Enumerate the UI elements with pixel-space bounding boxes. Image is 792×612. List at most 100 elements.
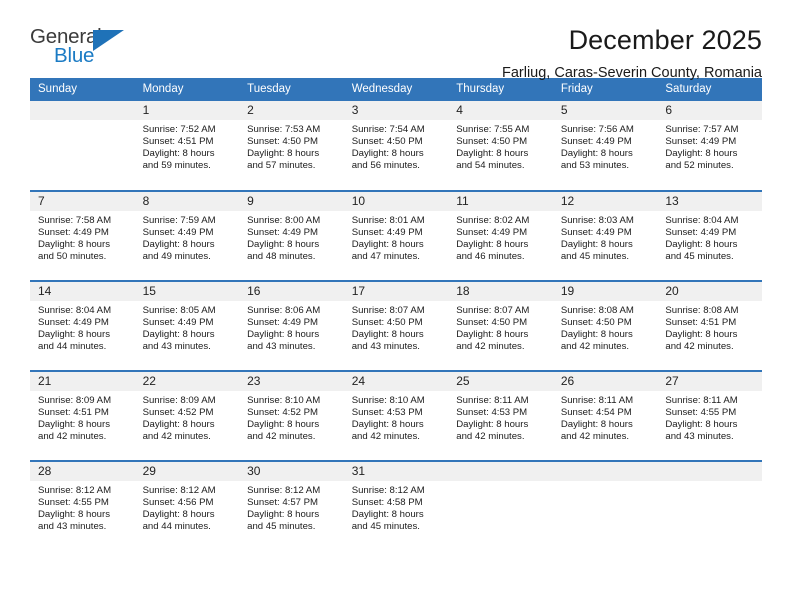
day-details: Sunrise: 8:08 AM Sunset: 4:50 PM Daylight:… bbox=[553, 301, 658, 353]
day-number bbox=[30, 101, 135, 120]
day-details: Sunrise: 7:56 AM Sunset: 4:49 PM Daylight:… bbox=[553, 120, 658, 172]
daylight-text-line2: and 43 minutes. bbox=[351, 341, 420, 353]
sunset-text: Sunset: 4:50 PM bbox=[456, 317, 528, 329]
sunrise-text: Sunrise: 8:12 AM bbox=[351, 485, 425, 496]
calendar-day-cell[interactable]: 13 Sunrise: 8:04 AM Sunset: 4:49 PM Dayligh… bbox=[657, 190, 762, 281]
sunrise-text: Sunrise: 7:55 AM bbox=[456, 124, 530, 135]
calendar-day-cell[interactable]: 19 Sunrise: 8:08 AM Sunset: 4:50 PM Dayligh… bbox=[552, 280, 658, 371]
day-number: 15 bbox=[134, 282, 240, 301]
sunset-text: Sunset: 4:51 PM bbox=[38, 407, 109, 419]
day-details: Sunrise: 8:00 AM Sunset: 4:49 PM Daylight:… bbox=[239, 211, 344, 263]
sunrise-text: Sunrise: 8:04 AM bbox=[665, 215, 739, 226]
daylight-text-line2: and 53 minutes. bbox=[560, 160, 630, 172]
calendar-day-cell[interactable]: 28 Sunrise: 8:12 AM Sunset: 4:55 PM Dayligh… bbox=[30, 460, 135, 551]
calendar-day-cell[interactable]: 12 Sunrise: 8:03 AM Sunset: 4:49 PM Dayligh… bbox=[552, 190, 658, 281]
day-details: Sunrise: 8:12 AM Sunset: 4:58 PM Daylight:… bbox=[344, 481, 449, 533]
day-number: 12 bbox=[552, 192, 658, 211]
sunset-text: Sunset: 4:50 PM bbox=[456, 136, 528, 148]
day-details: Sunrise: 7:57 AM Sunset: 4:49 PM Daylight:… bbox=[657, 120, 762, 172]
daylight-text-line2: and 42 minutes. bbox=[560, 431, 630, 443]
day-number: 8 bbox=[134, 192, 240, 211]
calendar-day-cell[interactable]: 30 Sunrise: 8:12 AM Sunset: 4:57 PM Dayligh… bbox=[239, 460, 344, 551]
calendar-day-cell[interactable]: 7 Sunrise: 7:58 AM Sunset: 4:49 PM Daylight… bbox=[30, 190, 135, 281]
day-details: Sunrise: 8:02 AM Sunset: 4:49 PM Daylight:… bbox=[448, 211, 553, 263]
day-number: 19 bbox=[552, 282, 658, 301]
day-number: 11 bbox=[448, 192, 553, 211]
calendar-day-cell[interactable]: 25 Sunrise: 8:11 AM Sunset: 4:53 PM Dayligh… bbox=[448, 370, 553, 461]
daylight-text-line2: and 42 minutes. bbox=[665, 341, 734, 353]
sunset-text: Sunset: 4:49 PM bbox=[560, 136, 632, 148]
calendar-day-cell[interactable]: 22 Sunrise: 8:09 AM Sunset: 4:52 PM Dayligh… bbox=[134, 370, 240, 461]
daylight-text-line1: Daylight: 8 hours bbox=[351, 329, 424, 341]
sunrise-text: Sunrise: 8:09 AM bbox=[142, 395, 216, 406]
calendar-day-cell[interactable]: 14 Sunrise: 8:04 AM Sunset: 4:49 PM Dayligh… bbox=[30, 280, 135, 371]
sunrise-text: Sunrise: 8:03 AM bbox=[560, 215, 634, 226]
day-number: 6 bbox=[657, 101, 762, 120]
daylight-text-line2: and 46 minutes. bbox=[456, 251, 525, 263]
daylight-text-line1: Daylight: 8 hours bbox=[456, 329, 529, 341]
calendar-day-cell[interactable]: 27 Sunrise: 8:11 AM Sunset: 4:55 PM Dayligh… bbox=[657, 370, 762, 461]
calendar-day-cell[interactable]: 5 Sunrise: 7:56 AM Sunset: 4:49 PM Daylight… bbox=[552, 101, 658, 191]
sunset-text: Sunset: 4:54 PM bbox=[560, 407, 632, 419]
daylight-text-line1: Daylight: 8 hours bbox=[142, 419, 215, 431]
day-number: 7 bbox=[30, 192, 135, 211]
day-number: 30 bbox=[239, 462, 344, 481]
daylight-text-line2: and 45 minutes. bbox=[351, 521, 420, 533]
calendar-day-cell[interactable]: 9 Sunrise: 8:00 AM Sunset: 4:49 PM Daylight… bbox=[239, 190, 344, 281]
calendar-day-cell[interactable]: 20 Sunrise: 8:08 AM Sunset: 4:51 PM Dayligh… bbox=[657, 280, 762, 371]
daylight-text-line2: and 45 minutes. bbox=[560, 251, 630, 263]
page-title: December 2025 bbox=[568, 25, 762, 55]
calendar-page: General Blue December 2025 Farliug, Cara… bbox=[0, 0, 792, 612]
calendar-day-cell[interactable]: 17 Sunrise: 8:07 AM Sunset: 4:50 PM Dayligh… bbox=[343, 280, 449, 371]
daylight-text-line2: and 42 minutes. bbox=[456, 431, 525, 443]
calendar-day-cell[interactable]: 18 Sunrise: 8:07 AM Sunset: 4:50 PM Dayligh… bbox=[448, 280, 553, 371]
day-details: Sunrise: 8:01 AM Sunset: 4:49 PM Daylight:… bbox=[344, 211, 449, 263]
calendar-day-cell[interactable]: 10 Sunrise: 8:01 AM Sunset: 4:49 PM Dayligh… bbox=[343, 190, 449, 281]
daylight-text-line1: Daylight: 8 hours bbox=[560, 329, 633, 341]
sunrise-text: Sunrise: 8:07 AM bbox=[456, 305, 530, 316]
calendar-day-cell[interactable]: 6 Sunrise: 7:57 AM Sunset: 4:49 PM Daylight… bbox=[657, 101, 762, 191]
sunset-text: Sunset: 4:49 PM bbox=[665, 136, 737, 148]
calendar-day-cell[interactable]: 4 Sunrise: 7:55 AM Sunset: 4:50 PM Daylight… bbox=[448, 101, 553, 191]
daylight-text-line1: Daylight: 8 hours bbox=[38, 239, 110, 251]
daylight-text-line2: and 42 minutes. bbox=[247, 431, 316, 443]
day-details: Sunrise: 8:11 AM Sunset: 4:53 PM Daylight:… bbox=[448, 391, 553, 443]
sunrise-text: Sunrise: 8:11 AM bbox=[456, 395, 529, 406]
calendar-day-cell[interactable]: 21 Sunrise: 8:09 AM Sunset: 4:51 PM Dayligh… bbox=[30, 370, 135, 461]
sunrise-text: Sunrise: 8:10 AM bbox=[351, 395, 425, 406]
sunrise-text: Sunrise: 8:10 AM bbox=[247, 395, 321, 406]
daylight-text-line1: Daylight: 8 hours bbox=[247, 239, 320, 251]
sunset-text: Sunset: 4:55 PM bbox=[38, 497, 109, 509]
day-number: 23 bbox=[239, 372, 344, 391]
calendar-day-cell[interactable]: 24 Sunrise: 8:10 AM Sunset: 4:53 PM Dayligh… bbox=[343, 370, 449, 461]
calendar-day-cell[interactable]: 8 Sunrise: 7:59 AM Sunset: 4:49 PM Daylight… bbox=[134, 190, 240, 281]
calendar-day-cell[interactable]: 1 Sunrise: 7:52 AM Sunset: 4:51 PM Daylight… bbox=[134, 101, 240, 191]
calendar-day-cell[interactable]: 2 Sunrise: 7:53 AM Sunset: 4:50 PM Daylight… bbox=[239, 101, 344, 191]
day-number: 25 bbox=[448, 372, 553, 391]
calendar-day-cell[interactable]: 31 Sunrise: 8:12 AM Sunset: 4:58 PM Dayligh… bbox=[343, 460, 449, 551]
sunset-text: Sunset: 4:51 PM bbox=[665, 317, 737, 329]
daylight-text-line1: Daylight: 8 hours bbox=[665, 148, 738, 160]
day-details: Sunrise: 8:09 AM Sunset: 4:51 PM Daylight:… bbox=[30, 391, 135, 443]
calendar-day-cell[interactable]: 15 Sunrise: 8:05 AM Sunset: 4:49 PM Dayligh… bbox=[134, 280, 240, 371]
day-details: Sunrise: 8:10 AM Sunset: 4:53 PM Daylight:… bbox=[344, 391, 449, 443]
day-details: Sunrise: 8:12 AM Sunset: 4:56 PM Daylight:… bbox=[135, 481, 240, 533]
sunrise-text: Sunrise: 8:06 AM bbox=[247, 305, 321, 316]
calendar-day-cell[interactable]: 29 Sunrise: 8:12 AM Sunset: 4:56 PM Dayligh… bbox=[134, 460, 240, 551]
calendar-day-cell[interactable]: 16 Sunrise: 8:06 AM Sunset: 4:49 PM Dayligh… bbox=[239, 280, 344, 371]
triangle-icon bbox=[93, 30, 124, 51]
daylight-text-line2: and 42 minutes. bbox=[142, 431, 211, 443]
calendar-day-cell[interactable]: 23 Sunrise: 8:10 AM Sunset: 4:52 PM Dayligh… bbox=[239, 370, 344, 461]
sunset-text: Sunset: 4:49 PM bbox=[560, 227, 632, 239]
daylight-text-line2: and 43 minutes. bbox=[142, 341, 211, 353]
calendar-day-cell[interactable]: 11 Sunrise: 8:02 AM Sunset: 4:49 PM Dayligh… bbox=[448, 190, 553, 281]
calendar-day-cell[interactable]: 3 Sunrise: 7:54 AM Sunset: 4:50 PM Daylight… bbox=[343, 101, 449, 191]
sunset-text: Sunset: 4:50 PM bbox=[247, 136, 319, 148]
daylight-text-line2: and 44 minutes. bbox=[38, 341, 107, 353]
day-number: 2 bbox=[239, 101, 344, 120]
daylight-text-line1: Daylight: 8 hours bbox=[456, 419, 529, 431]
calendar-week-row: 7 Sunrise: 7:58 AM Sunset: 4:49 PM Daylight… bbox=[30, 190, 762, 281]
calendar-day-cell[interactable]: 26 Sunrise: 8:11 AM Sunset: 4:54 PM Dayligh… bbox=[552, 370, 658, 461]
daylight-text-line2: and 44 minutes. bbox=[142, 521, 211, 533]
sunset-text: Sunset: 4:49 PM bbox=[247, 317, 319, 329]
